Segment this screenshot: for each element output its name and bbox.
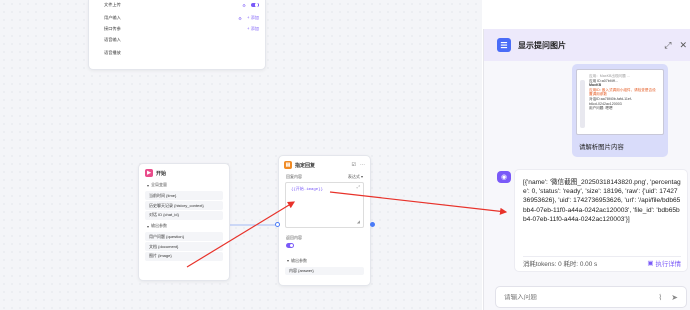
return-toggle[interactable] (286, 243, 294, 248)
global-vars-title[interactable]: ▾ 全局变量 (139, 180, 229, 190)
var-item[interactable]: 文档 {document} (145, 242, 223, 251)
close-icon[interactable]: ✕ (679, 40, 687, 51)
return-label: 返回内容 (286, 235, 302, 240)
more-icon[interactable]: ⋯ (360, 162, 365, 168)
user-message: 应用：MaxKB出现问题 ... 应用 ID:a07bf4ff... MaxKB… (572, 64, 668, 157)
panel-title: 显示提问图片 (518, 40, 566, 50)
workflow-canvas[interactable]: 文件上传 ⚙ 用户输入 ⚙ + 添加 接口传参 + 添加 语音输入 语音播放 ▶ … (0, 0, 482, 310)
chat-input-bar: ⌇ ➤ (495, 286, 687, 308)
reply-output-title[interactable]: ▾ 输出参数 (279, 251, 370, 266)
var-item[interactable]: 历史聊天记录 {history_context} (145, 201, 223, 210)
start-node[interactable]: ▶ 开始 ▾ 全局变量 当前时间 {time} 历史聊天记录 {history_… (138, 163, 230, 281)
bot-answer: [{'name': '微信截图_20250318143820.png', 'pe… (514, 169, 688, 272)
voice-input-row: 语音输入 (104, 37, 121, 42)
document-icon: ▣ (647, 260, 654, 267)
user-question: 请解析图片内容 (579, 144, 624, 151)
reply-node-title: 指定回复 (295, 162, 316, 169)
resize-handle[interactable]: ◢ (357, 219, 360, 225)
settings-icon[interactable]: ⚙ (238, 16, 242, 21)
add-user-input-button[interactable]: + 添加 (247, 15, 259, 21)
reply-output-port[interactable] (370, 222, 375, 227)
mode-select[interactable]: 表达式 ▾ (348, 174, 363, 180)
question-input[interactable] (504, 293, 659, 301)
chat-logo-icon: ☰ (497, 38, 511, 52)
api-param-row: 接口传参 + 添加 (104, 26, 259, 32)
reply-icon: ▤ (284, 161, 292, 169)
file-upload-row: 文件上传 ⚙ (104, 1, 259, 9)
execution-detail-link[interactable]: ▣ 执行详情 (647, 259, 681, 268)
answer-text: [{'name': '微信截图_20250318143820.png', 'pe… (523, 179, 681, 223)
output-params-title[interactable]: ▾ 输出参数 (139, 221, 229, 231)
base-info-node[interactable]: 文件上传 ⚙ 用户输入 ⚙ + 添加 接口传参 + 添加 语音输入 语音播放 (88, 0, 266, 70)
bot-avatar-icon: ◉ (497, 171, 511, 183)
fullscreen-icon[interactable]: ⤢ (664, 40, 671, 51)
voice-play-row: 语音播放 (104, 50, 121, 55)
var-item[interactable]: 当前时间 {time} (145, 191, 223, 200)
var-item-image[interactable]: 图片 {image} (145, 252, 223, 261)
settings-icon[interactable]: ⚙ (242, 3, 246, 8)
var-item[interactable]: 对话 ID {chat_id} (145, 211, 223, 220)
user-input-row: 用户输入 ⚙ + 添加 (104, 15, 259, 21)
chat-panel: ☰ 显示提问图片 ⤢ ✕ 应用：MaxKB出现问题 ... 应用 ID:a07b… (483, 29, 690, 310)
add-api-param-button[interactable]: + 添加 (247, 26, 259, 32)
send-icon[interactable]: ➤ (671, 293, 678, 302)
reply-content-editor[interactable]: {{开始.image}} ⤢ ◢ (285, 182, 364, 228)
var-item[interactable]: 内容 {answer} (285, 266, 364, 276)
reply-input-port[interactable] (275, 222, 280, 227)
content-label: 回复内容 (286, 174, 302, 179)
reply-node[interactable]: ▤ 指定回复 ☑ ⋯ 回复内容 表达式 ▾ {{开始.image}} ⤢ ◢ 返… (278, 155, 371, 286)
paperclip-icon[interactable]: ⌇ (658, 293, 662, 302)
checkbox-icon[interactable]: ☑ (352, 162, 356, 168)
start-node-title: 开始 (156, 170, 167, 177)
expand-icon[interactable]: ⤢ (357, 185, 360, 190)
tokens-info: 消耗tokens: 0 耗时: 0.00 s (523, 260, 598, 268)
attached-image[interactable]: 应用：MaxKB出现问题 ... 应用 ID:a07bf4ff... MaxKB… (576, 69, 664, 135)
file-upload-toggle[interactable] (251, 2, 259, 8)
play-icon: ▶ (145, 169, 153, 177)
var-item[interactable]: 用户问题 {question} (145, 232, 223, 241)
